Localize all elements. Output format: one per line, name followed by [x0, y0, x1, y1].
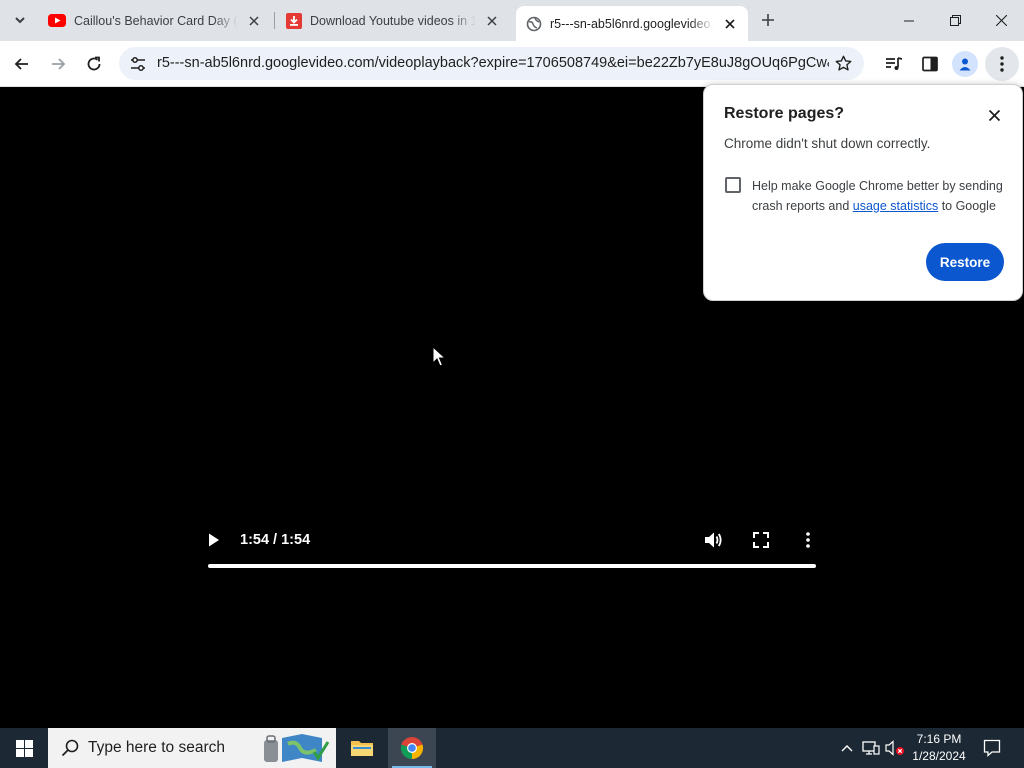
show-hidden-icons-button[interactable]	[836, 728, 858, 768]
restore-button[interactable]: Restore	[926, 243, 1004, 281]
chevron-down-icon	[15, 17, 25, 24]
media-controls-button[interactable]	[878, 48, 910, 80]
download-site-icon	[286, 12, 302, 29]
mute-button[interactable]	[702, 529, 724, 551]
new-tab-button[interactable]	[755, 7, 781, 33]
reload-icon	[87, 56, 101, 71]
windows-taskbar: Type here to search 7:16 PM 1/28/2024	[0, 728, 1024, 768]
url-text[interactable]: r5---sn-ab5l6nrd.googlevideo.com/videopl…	[157, 55, 829, 71]
restore-pages-dialog: Restore pages? Chrome didn't shut down c…	[703, 84, 1023, 301]
tab-googlevideo[interactable]: r5---sn-ab5l6nrd.googlevideo.c	[516, 6, 748, 41]
chrome-menu-button[interactable]	[985, 47, 1019, 81]
more-vertical-icon	[1000, 56, 1004, 72]
dialog-close-button[interactable]	[984, 105, 1004, 125]
taskbar-clock[interactable]: 7:16 PM 1/28/2024	[906, 731, 972, 765]
usage-statistics-link[interactable]: usage statistics	[853, 199, 938, 213]
folder-icon	[351, 741, 373, 756]
close-icon	[988, 109, 1000, 121]
tab-search-button[interactable]	[6, 7, 34, 33]
youtube-icon	[48, 14, 66, 27]
minimize-button[interactable]	[886, 0, 932, 41]
tab-separator	[274, 12, 275, 29]
forward-button[interactable]	[42, 48, 74, 80]
side-panel-button[interactable]	[914, 48, 946, 80]
clock-time: 7:16 PM	[916, 732, 962, 746]
tab-title: r5---sn-ab5l6nrd.googlevideo.c	[550, 16, 714, 31]
chrome-icon	[400, 737, 424, 760]
video-progress-bar[interactable]	[208, 564, 816, 568]
dialog-title: Restore pages?	[724, 105, 845, 122]
arrow-left-icon	[14, 58, 28, 70]
reload-button[interactable]	[78, 48, 110, 80]
tab-caillou[interactable]: Caillou's Behavior Card Day (Ar	[38, 6, 272, 35]
more-options-button[interactable]	[798, 529, 818, 551]
restore-window-button[interactable]	[932, 0, 978, 41]
media-queue-icon	[886, 57, 903, 70]
windows-logo-icon	[15, 739, 33, 757]
clock-date: 1/28/2024	[912, 749, 966, 763]
search-highlight-illustration-icon	[264, 734, 330, 762]
address-bar[interactable]: r5---sn-ab5l6nrd.googlevideo.com/videopl…	[119, 47, 864, 80]
star-icon	[835, 55, 852, 71]
network-icon	[862, 741, 880, 755]
action-center-button[interactable]	[976, 728, 1008, 768]
close-tab-icon[interactable]	[722, 16, 738, 32]
play-button[interactable]	[208, 529, 224, 551]
close-tab-icon[interactable]	[246, 13, 262, 29]
video-progress-fill	[208, 564, 816, 568]
time-display: 1:54 / 1:54	[240, 532, 311, 548]
speaker-muted-icon	[885, 740, 904, 756]
person-icon	[959, 58, 971, 71]
close-icon	[995, 15, 1007, 26]
taskbar-chrome[interactable]	[388, 728, 436, 768]
close-tab-icon[interactable]	[484, 13, 500, 29]
tab-strip: Caillou's Behavior Card Day (Ar Download…	[0, 0, 1024, 41]
tune-icon	[130, 56, 145, 71]
chevron-up-icon	[841, 745, 853, 752]
dialog-message: Chrome didn't shut down correctly.	[724, 136, 931, 151]
network-status-button[interactable]	[860, 728, 882, 768]
globe-icon	[526, 16, 542, 31]
back-button[interactable]	[6, 48, 38, 80]
taskbar-search-box[interactable]: Type here to search	[48, 728, 336, 768]
play-icon	[209, 533, 219, 547]
site-info-button[interactable]	[125, 51, 150, 76]
crash-report-checkbox[interactable]	[725, 177, 741, 193]
search-icon	[61, 739, 79, 757]
crash-report-label: Help make Google Chrome better by sendin…	[752, 176, 1004, 216]
restore-window-icon	[949, 15, 961, 26]
fullscreen-icon	[753, 532, 769, 548]
tab-download-youtube[interactable]: Download Youtube videos in 10	[276, 6, 510, 35]
bookmark-button[interactable]	[831, 51, 856, 76]
taskbar-file-explorer[interactable]	[338, 728, 386, 768]
video-controls: 1:54 / 1:54	[208, 527, 816, 555]
start-button[interactable]	[0, 728, 48, 768]
tab-title: Caillou's Behavior Card Day (Ar	[74, 13, 238, 28]
browser-toolbar: r5---sn-ab5l6nrd.googlevideo.com/videopl…	[0, 41, 1024, 87]
profile-avatar[interactable]	[952, 51, 978, 77]
tab-title: Download Youtube videos in 10	[310, 13, 476, 28]
arrow-right-icon	[52, 58, 66, 70]
notification-icon	[983, 739, 1001, 757]
side-panel-icon	[922, 56, 938, 72]
search-placeholder: Type here to search	[88, 739, 225, 756]
minimize-icon	[904, 20, 914, 21]
volume-icon	[705, 532, 722, 548]
more-vertical-icon	[806, 532, 810, 548]
plus-icon	[762, 14, 774, 26]
mouse-cursor-icon	[432, 346, 446, 367]
crash-report-text-end: to Google	[938, 199, 996, 213]
fullscreen-button[interactable]	[750, 529, 772, 551]
close-window-button[interactable]	[978, 0, 1024, 41]
volume-tray-button[interactable]	[884, 728, 906, 768]
